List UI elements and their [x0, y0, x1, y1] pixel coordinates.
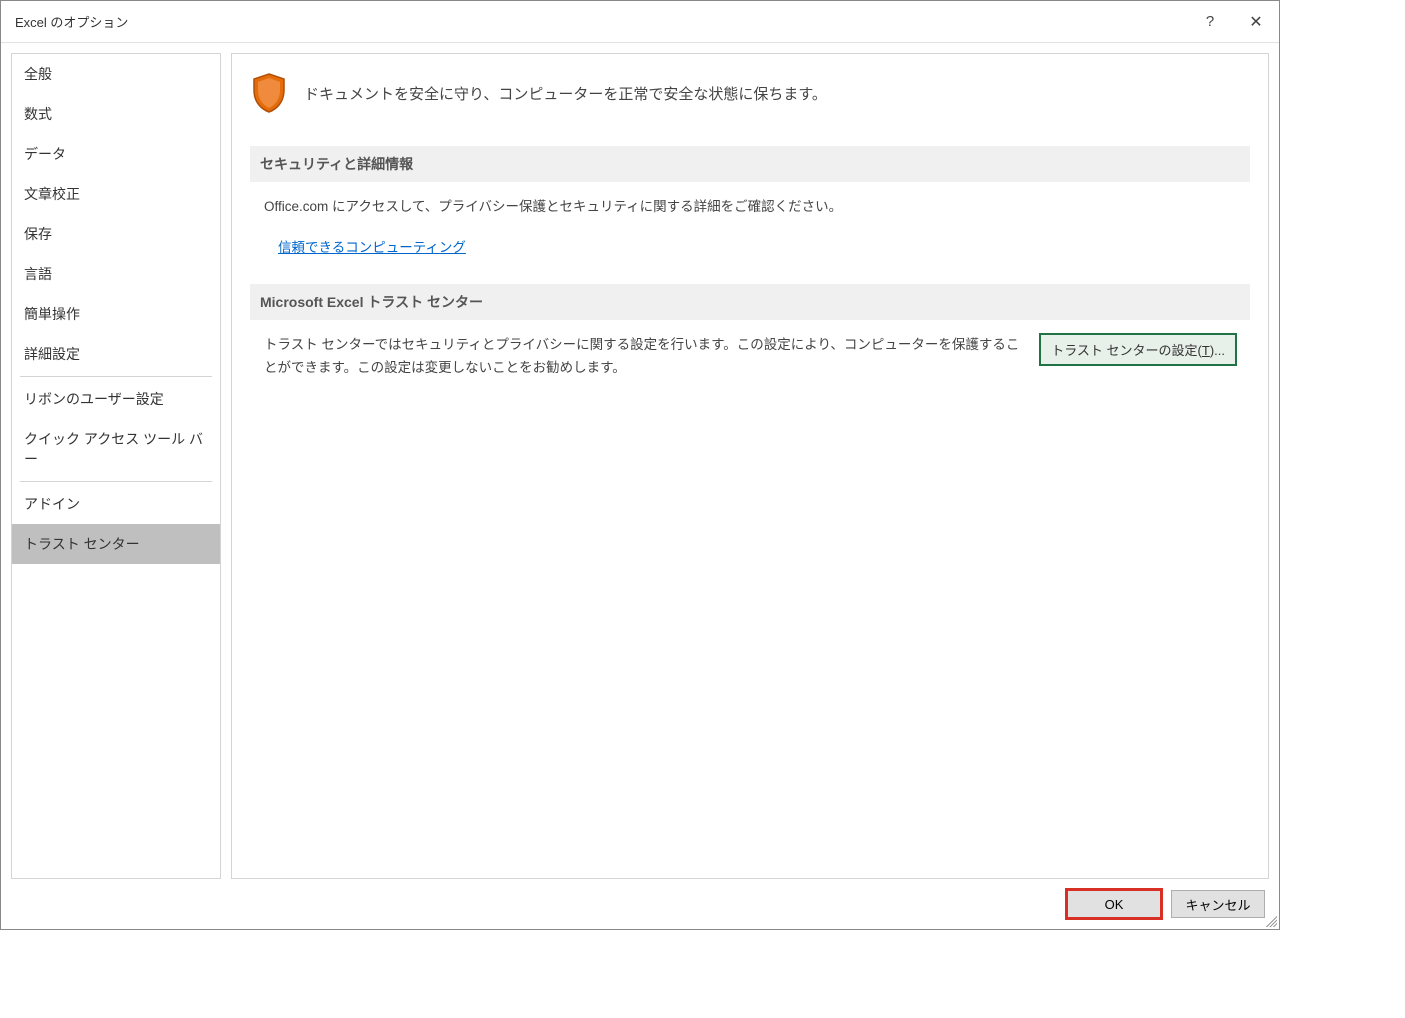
sidebar-item-quick-access-toolbar[interactable]: クイック アクセス ツール バー	[12, 419, 220, 479]
titlebar: Excel のオプション ? ✕	[1, 1, 1279, 43]
help-button[interactable]: ?	[1187, 1, 1233, 42]
shield-icon	[250, 72, 288, 114]
section-header-trust-center: Microsoft Excel トラスト センター	[250, 284, 1250, 320]
sidebar-divider	[20, 376, 212, 377]
cancel-button[interactable]: キャンセル	[1171, 890, 1265, 918]
sidebar-item-trust-center[interactable]: トラスト センター	[12, 524, 220, 564]
sidebar-item-save[interactable]: 保存	[12, 214, 220, 254]
sidebar-item-label: リボンのユーザー設定	[24, 391, 164, 407]
sidebar-item-label: データ	[24, 146, 66, 162]
button-label-suffix: )...	[1210, 343, 1225, 358]
sidebar-item-label: 詳細設定	[24, 346, 80, 362]
close-button[interactable]: ✕	[1233, 1, 1279, 42]
intro-text: ドキュメントを安全に守り、コンピューターを正常で安全な状態に保ちます。	[304, 83, 827, 104]
sidebar-divider	[20, 481, 212, 482]
dialog-footer: OK キャンセル	[1, 879, 1279, 929]
trust-center-settings-button[interactable]: トラスト センターの設定(T)...	[1040, 334, 1236, 365]
sidebar-item-formulas[interactable]: 数式	[12, 94, 220, 134]
sidebar-item-label: トラスト センター	[24, 536, 140, 552]
sidebar-item-customize-ribbon[interactable]: リボンのユーザー設定	[12, 379, 220, 419]
sidebar-item-label: 簡単操作	[24, 306, 80, 322]
sidebar-item-label: 文章校正	[24, 186, 80, 202]
sidebar-item-addins[interactable]: アドイン	[12, 484, 220, 524]
sidebar-item-label: 言語	[24, 266, 52, 282]
sidebar-item-label: 全般	[24, 66, 52, 82]
excel-options-dialog: Excel のオプション ? ✕ 全般 数式 データ 文章校正 保存 言語 簡単…	[0, 0, 1280, 930]
resize-grip-icon[interactable]	[1263, 913, 1277, 927]
sidebar: 全般 数式 データ 文章校正 保存 言語 簡単操作 詳細設定 リボンのユーザー設…	[11, 53, 221, 879]
sidebar-item-label: クイック アクセス ツール バー	[24, 431, 203, 467]
sidebar-item-language[interactable]: 言語	[12, 254, 220, 294]
section-body-trust-center: トラスト センターではセキュリティとプライバシーに関する設定を行います。この設定…	[250, 334, 1250, 404]
intro-row: ドキュメントを安全に守り、コンピューターを正常で安全な状態に保ちます。	[250, 68, 1250, 118]
sidebar-item-data[interactable]: データ	[12, 134, 220, 174]
dialog-title: Excel のオプション	[15, 12, 128, 31]
sidebar-item-ease-of-access[interactable]: 簡単操作	[12, 294, 220, 334]
section-body-security: Office.com にアクセスして、プライバシー保護とセキュリティに関する詳細…	[250, 196, 1250, 284]
section-header-security: セキュリティと詳細情報	[250, 146, 1250, 182]
sidebar-item-label: 数式	[24, 106, 52, 122]
ok-button[interactable]: OK	[1067, 890, 1161, 918]
sidebar-item-advanced[interactable]: 詳細設定	[12, 334, 220, 374]
button-accelerator: T	[1202, 343, 1210, 358]
trustworthy-computing-link[interactable]: 信頼できるコンピューティング	[278, 237, 466, 260]
sidebar-item-general[interactable]: 全般	[12, 54, 220, 94]
button-label-prefix: トラスト センターの設定(	[1051, 343, 1202, 358]
trust-center-description: トラスト センターではセキュリティとプライバシーに関する設定を行います。この設定…	[264, 334, 1024, 380]
sidebar-item-proofing[interactable]: 文章校正	[12, 174, 220, 214]
main-panel: ドキュメントを安全に守り、コンピューターを正常で安全な状態に保ちます。 セキュリ…	[231, 53, 1269, 879]
sidebar-item-label: アドイン	[24, 496, 80, 512]
sidebar-item-label: 保存	[24, 226, 52, 242]
security-description: Office.com にアクセスして、プライバシー保護とセキュリティに関する詳細…	[264, 196, 1236, 219]
